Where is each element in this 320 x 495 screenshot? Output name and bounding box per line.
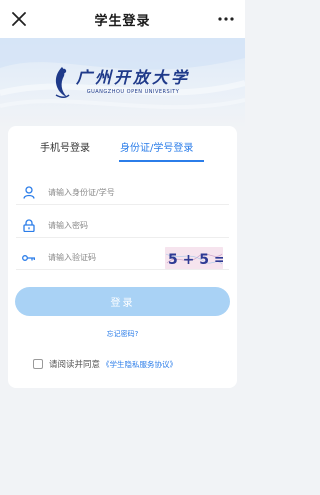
more-button[interactable]	[215, 9, 237, 29]
captcha-text: 5 + 5 =	[168, 252, 223, 268]
tab-phone-login[interactable]: 手机号登录	[40, 140, 90, 164]
close-icon	[12, 12, 26, 26]
lock-icon	[20, 217, 38, 235]
password-field	[16, 214, 229, 238]
university-name-en: GUANGZHOU OPEN UNIVERSITY	[86, 89, 180, 95]
password-input[interactable]	[48, 221, 178, 230]
id-field	[16, 181, 229, 205]
id-input[interactable]	[48, 188, 178, 197]
close-button[interactable]	[8, 8, 30, 30]
captcha-image[interactable]: 5 + 5 =	[165, 247, 223, 269]
top-nav-bar: 学生登录	[0, 0, 245, 38]
agreement-text: 请阅读并同意	[49, 360, 101, 370]
more-icon	[218, 17, 234, 21]
logo-wordmark: 广州开放大学 GUANGZHOU OPEN UNIVERSITY	[76, 68, 190, 96]
key-icon	[20, 249, 38, 267]
agreement-row: 请阅读并同意 《学生隐私服务协议》	[33, 357, 177, 371]
login-card: 手机号登录 身份证/学号登录 请输入身份证/学号 请输入验证码 5 + 5 = …	[8, 126, 237, 388]
verification-code-field: 5 + 5 =	[16, 246, 229, 270]
page-title: 学生登录	[94, 13, 151, 29]
university-logo: 广州开放大学 GUANGZHOU OPEN UNIVERSITY	[52, 62, 197, 102]
login-tabs: 手机号登录 身份证/学号登录	[8, 140, 237, 164]
university-name-cn: 广州开放大学	[76, 68, 191, 87]
privacy-agreement-link[interactable]: 《学生隐私服务协议》	[102, 359, 177, 370]
forgot-password-link[interactable]: 忘记密码?	[8, 329, 237, 339]
logo-emblem-icon	[55, 67, 70, 98]
agreement-checkbox[interactable]	[33, 359, 43, 369]
user-icon	[20, 184, 38, 202]
login-button[interactable]: 登录	[15, 287, 230, 316]
verification-code-input[interactable]	[48, 253, 178, 262]
active-tab-indicator	[119, 160, 204, 162]
